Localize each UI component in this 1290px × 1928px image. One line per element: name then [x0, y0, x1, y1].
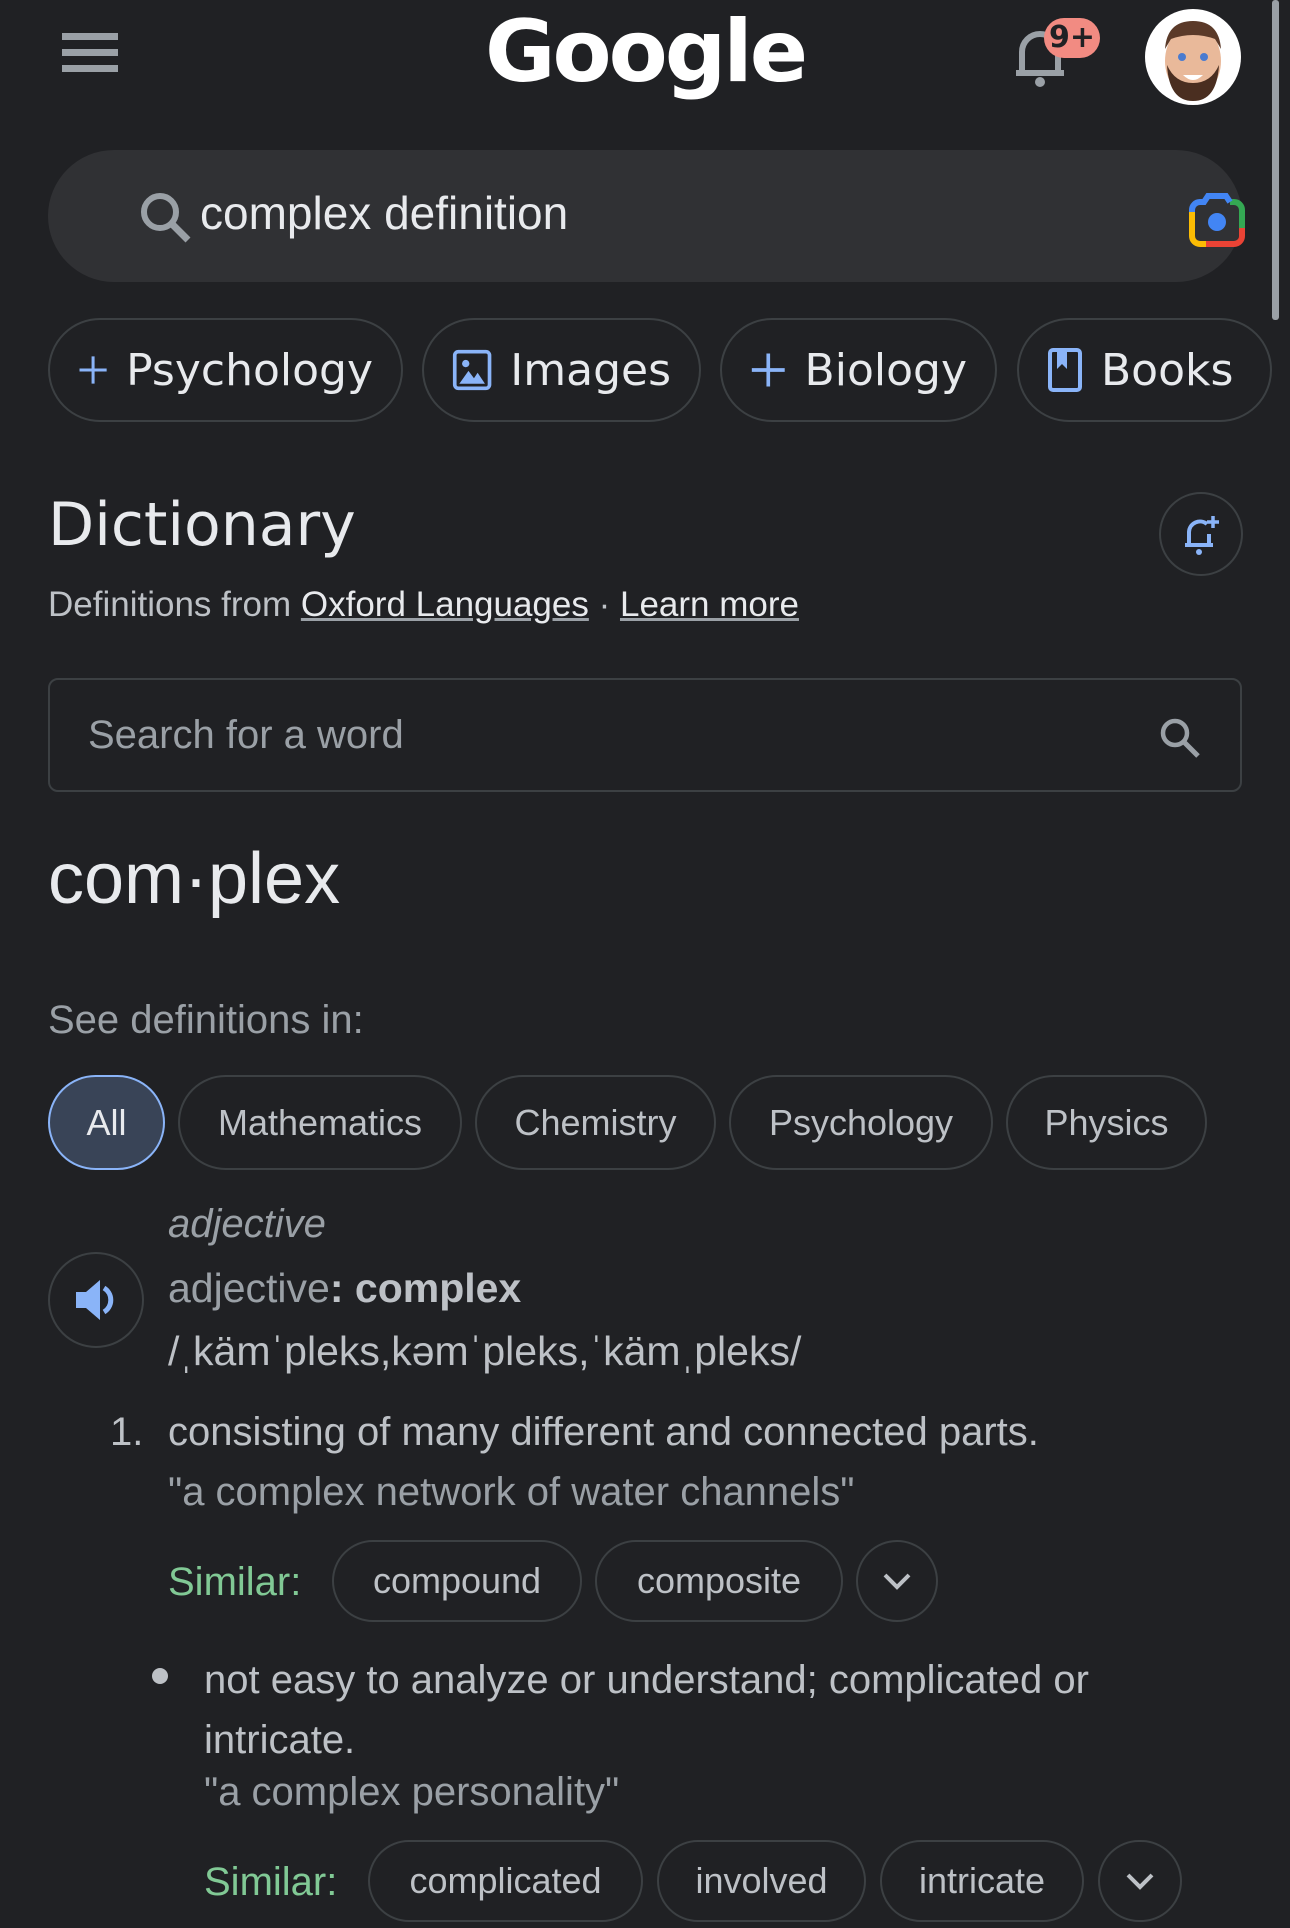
search-icon [141, 193, 191, 243]
chip-label: Images [510, 344, 671, 396]
chip-images[interactable]: Images [422, 318, 701, 422]
learn-more-link[interactable]: Learn more [620, 585, 799, 624]
part-of-speech-heading: adjective [168, 1202, 326, 1246]
chip-books[interactable]: Books [1017, 318, 1272, 422]
sense-number: 1. [110, 1410, 144, 1454]
chip-label: Biology [804, 344, 967, 396]
source-prefix: Definitions from [48, 585, 292, 624]
chevron-down-icon [883, 1573, 911, 1590]
pos-word: complex [354, 1265, 522, 1311]
google-lens-icon[interactable] [1186, 192, 1248, 248]
notification-badge: 9+ [1044, 18, 1100, 58]
domain-tab-psychology[interactable]: Psychology [729, 1075, 993, 1170]
oxford-languages-link[interactable]: Oxford Languages [301, 585, 589, 624]
part-of-speech-line: adjective: complex [168, 1265, 521, 1312]
google-logo[interactable]: Google [0, 2, 1290, 102]
chip-label: Psychology [126, 344, 373, 396]
expand-synonyms-button[interactable] [856, 1540, 938, 1622]
speaker-icon [76, 1280, 114, 1320]
book-icon [1048, 348, 1082, 392]
chip-biology[interactable]: Biology [720, 318, 997, 422]
synonym-chip[interactable]: complicated [368, 1840, 643, 1922]
search-bar[interactable]: complex definition [48, 150, 1245, 282]
dictionary-title: Dictionary [48, 490, 356, 560]
pos-colon: : [329, 1265, 344, 1311]
sense-example: "a complex network of water channels" [168, 1470, 855, 1514]
pos-label: adjective [168, 1265, 330, 1311]
separator: · [598, 585, 611, 624]
see-definitions-label: See definitions in: [48, 998, 364, 1042]
subsense-definition: not easy to analyze or understand; compl… [204, 1658, 1089, 1762]
subsense-example: "a complex personality" [204, 1770, 620, 1814]
synonym-chip[interactable]: compound [332, 1540, 582, 1622]
headword: com·plex [48, 839, 341, 919]
pronunciation: /ˌkämˈpleks,kəmˈpleks,ˈkämˌpleks/ [168, 1328, 802, 1374]
similar-label: Similar: [168, 1560, 302, 1604]
image-icon [452, 349, 492, 391]
page-scrollbar[interactable] [1272, 0, 1279, 320]
domain-tab-all[interactable]: All [48, 1075, 165, 1170]
synonym-chip[interactable]: involved [657, 1840, 866, 1922]
synonym-chip[interactable]: composite [595, 1540, 843, 1622]
chip-label: Books [1101, 344, 1234, 396]
definitions-source: Definitions from Oxford Languages · Lear… [48, 585, 799, 625]
plus-icon [79, 356, 107, 384]
memoji-avatar-icon [1165, 21, 1221, 101]
bullet-icon [152, 1668, 168, 1684]
sense-definition: consisting of many different and connect… [168, 1410, 1039, 1454]
search-query[interactable]: complex definition [200, 186, 568, 240]
domain-tab-mathematics[interactable]: Mathematics [178, 1075, 462, 1170]
pronunciation-audio-button[interactable] [48, 1252, 144, 1348]
expand-synonyms-button[interactable] [1098, 1840, 1182, 1922]
avatar[interactable] [1145, 9, 1241, 105]
chip-psychology[interactable]: Psychology [48, 318, 403, 422]
bell-plus-icon [1185, 516, 1219, 555]
synonym-chip[interactable]: intricate [880, 1840, 1084, 1922]
word-search-input[interactable] [86, 704, 1090, 766]
search-icon[interactable] [1158, 716, 1202, 760]
domain-tab-chemistry[interactable]: Chemistry [475, 1075, 716, 1170]
domain-tab-physics[interactable]: Physics [1006, 1075, 1207, 1170]
chevron-down-icon [1126, 1873, 1154, 1890]
similar-label: Similar: [204, 1860, 338, 1904]
word-search-box[interactable] [48, 678, 1242, 792]
plus-icon [751, 353, 785, 387]
add-alert-button[interactable] [1159, 492, 1243, 576]
